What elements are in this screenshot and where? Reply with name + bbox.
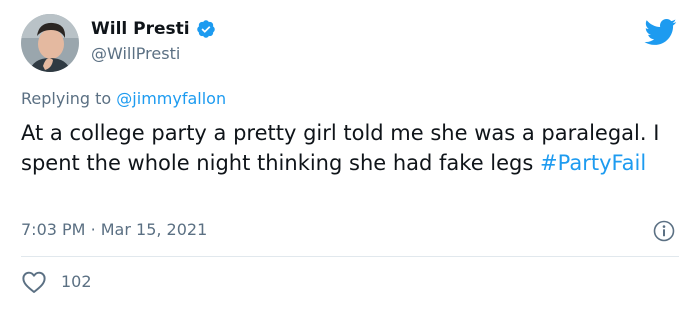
replying-to-line: Replying to @jimmyfallon	[21, 88, 226, 110]
meta-separator: ·	[90, 220, 101, 239]
tweet-time[interactable]: 7:03 PM	[21, 220, 91, 239]
avatar-image	[21, 14, 79, 72]
like-count: 102	[61, 272, 92, 291]
twitter-bird-icon[interactable]	[643, 18, 677, 46]
tweet-date[interactable]: Mar 15, 2021	[101, 220, 208, 239]
avatar[interactable]	[21, 14, 79, 72]
hashtag-link[interactable]: #PartyFail	[540, 151, 646, 175]
replying-to-label: Replying to	[21, 89, 117, 108]
author-display-name[interactable]: Will Presti	[91, 18, 190, 40]
info-icon[interactable]	[652, 219, 676, 243]
verified-badge-icon	[196, 19, 216, 39]
heart-icon	[21, 270, 47, 294]
author-handle[interactable]: @WillPresti	[91, 44, 180, 64]
tweet-text: At a college party a pretty girl told me…	[21, 118, 681, 178]
like-button[interactable]: 102	[21, 270, 92, 294]
tweet-card: Will Presti @WillPresti Replying to @jim…	[0, 0, 700, 311]
reply-mention-link[interactable]: @jimmyfallon	[116, 89, 226, 108]
tweet-timestamp: 7:03 PM · Mar 15, 2021	[21, 219, 207, 241]
author-name-row: Will Presti	[91, 18, 216, 40]
divider	[21, 256, 679, 257]
